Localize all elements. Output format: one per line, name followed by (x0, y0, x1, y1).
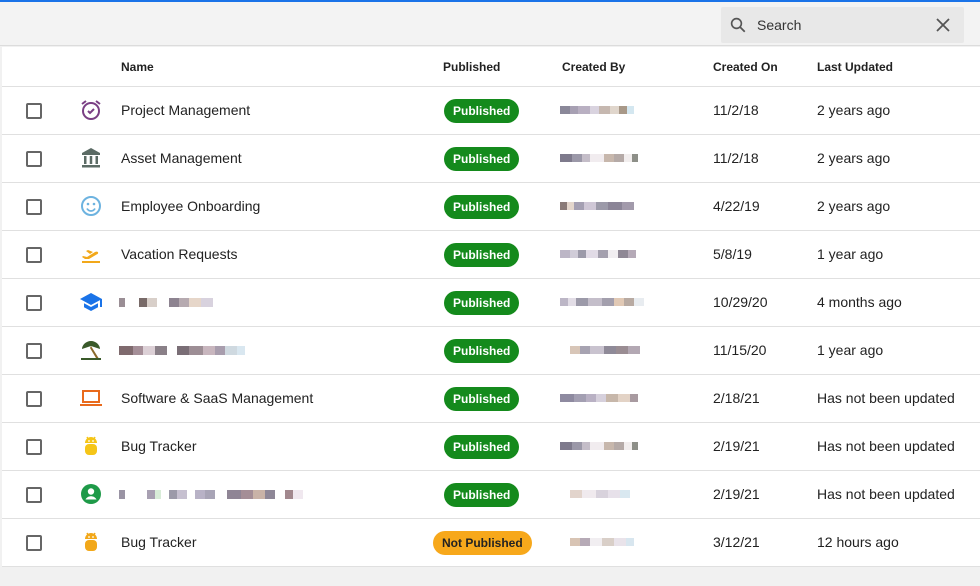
created-on: 10/29/20 (713, 294, 768, 310)
search-box[interactable] (721, 7, 964, 43)
created-by-redacted (560, 394, 638, 404)
header-created-by[interactable]: Created By (562, 60, 625, 74)
apps-table: Name Published Created By Created On Las… (2, 47, 980, 567)
created-by-redacted (560, 346, 640, 356)
table-row[interactable]: Software & SaaS Management Published 2/1… (2, 375, 980, 423)
status-badge: Published (444, 99, 520, 123)
status-badge: Published (444, 435, 520, 459)
row-checkbox[interactable] (26, 439, 42, 455)
row-checkbox[interactable] (26, 247, 42, 263)
row-checkbox[interactable] (26, 391, 42, 407)
row-name-redacted[interactable] (119, 295, 213, 309)
created-by-redacted (560, 106, 634, 116)
header-name[interactable]: Name (121, 60, 154, 74)
created-on: 5/8/19 (713, 246, 752, 262)
android-bug-icon (85, 436, 97, 455)
header-last-updated[interactable]: Last Updated (817, 60, 893, 74)
table-row[interactable]: Published 2/19/21 Has not been updated (2, 471, 980, 519)
laptop-icon (80, 390, 102, 406)
table-row[interactable]: Vacation Requests Published 5/8/19 1 yea… (2, 231, 980, 279)
last-updated: 4 months ago (817, 294, 902, 310)
status-badge: Published (444, 339, 520, 363)
alarm-clock-icon (81, 100, 101, 120)
created-by-redacted (560, 298, 644, 308)
toolbar (0, 2, 980, 46)
table-row[interactable]: Bug Tracker Published 2/19/21 Has not be… (2, 423, 980, 471)
status-badge: Published (444, 243, 520, 267)
created-on: 4/22/19 (713, 198, 760, 214)
status-badge: Published (444, 387, 520, 411)
row-name-redacted[interactable] (119, 343, 245, 357)
created-by-redacted (560, 442, 638, 452)
created-by-redacted (560, 538, 634, 548)
bank-icon (82, 148, 100, 168)
row-checkbox[interactable] (26, 103, 42, 119)
last-updated: 12 hours ago (817, 534, 899, 550)
row-checkbox[interactable] (26, 343, 42, 359)
table-header: Name Published Created By Created On Las… (2, 47, 980, 87)
created-by-redacted (560, 490, 630, 500)
created-on: 11/15/20 (713, 342, 767, 358)
status-badge: Published (444, 147, 520, 171)
android-bug-icon (85, 532, 97, 551)
last-updated: Has not been updated (817, 390, 955, 406)
row-checkbox[interactable] (26, 295, 42, 311)
header-published[interactable]: Published (443, 60, 500, 74)
created-by-redacted (560, 154, 638, 164)
last-updated: Has not been updated (817, 486, 955, 502)
table-footer (0, 567, 980, 586)
last-updated: 2 years ago (817, 198, 891, 214)
created-on: 11/2/18 (713, 102, 759, 118)
last-updated: 2 years ago (817, 102, 891, 118)
graduation-cap-icon (80, 293, 102, 311)
status-badge: Not Published (433, 531, 532, 555)
smiley-face-icon (81, 196, 101, 216)
row-name[interactable]: Bug Tracker (121, 438, 196, 454)
created-on: 11/2/18 (713, 150, 759, 166)
created-on: 2/18/21 (713, 390, 760, 406)
created-by-redacted (560, 202, 634, 212)
airplane-takeoff-icon (82, 250, 100, 263)
table-row[interactable]: Employee Onboarding Published 4/22/19 2 … (2, 183, 980, 231)
status-badge: Published (444, 483, 520, 507)
row-name[interactable]: Project Management (121, 102, 250, 118)
table-row[interactable]: Asset Management Published 11/2/18 2 yea… (2, 135, 980, 183)
created-on: 3/12/21 (713, 534, 760, 550)
created-on: 2/19/21 (713, 486, 760, 502)
header-created-on[interactable]: Created On (713, 60, 778, 74)
row-name[interactable]: Vacation Requests (121, 246, 237, 262)
search-input[interactable] (757, 7, 927, 43)
account-circle-icon (81, 484, 101, 504)
created-by-redacted (560, 250, 636, 260)
table-row[interactable]: Published 10/29/20 4 months ago (2, 279, 980, 327)
table-row[interactable]: Published 11/15/20 1 year ago (2, 327, 980, 375)
row-name[interactable]: Software & SaaS Management (121, 390, 313, 406)
last-updated: Has not been updated (817, 438, 955, 454)
created-on: 2/19/21 (713, 438, 760, 454)
search-icon (730, 17, 746, 33)
row-name[interactable]: Bug Tracker (121, 534, 196, 550)
last-updated: 2 years ago (817, 150, 891, 166)
status-badge: Published (444, 195, 520, 219)
table-row[interactable]: Project Management Published 11/2/18 2 y… (2, 87, 980, 135)
row-checkbox[interactable] (26, 487, 42, 503)
row-checkbox[interactable] (26, 535, 42, 551)
close-icon[interactable] (935, 17, 951, 33)
row-name[interactable]: Asset Management (121, 150, 242, 166)
row-checkbox[interactable] (26, 199, 42, 215)
last-updated: 1 year ago (817, 246, 884, 262)
row-name-redacted[interactable] (119, 487, 303, 501)
beach-umbrella-icon (81, 341, 101, 360)
row-name[interactable]: Employee Onboarding (121, 198, 260, 214)
status-badge: Published (444, 291, 520, 315)
last-updated: 1 year ago (817, 342, 884, 358)
row-checkbox[interactable] (26, 151, 42, 167)
table-row[interactable]: Bug Tracker Not Published 3/12/21 12 hou… (2, 519, 980, 567)
